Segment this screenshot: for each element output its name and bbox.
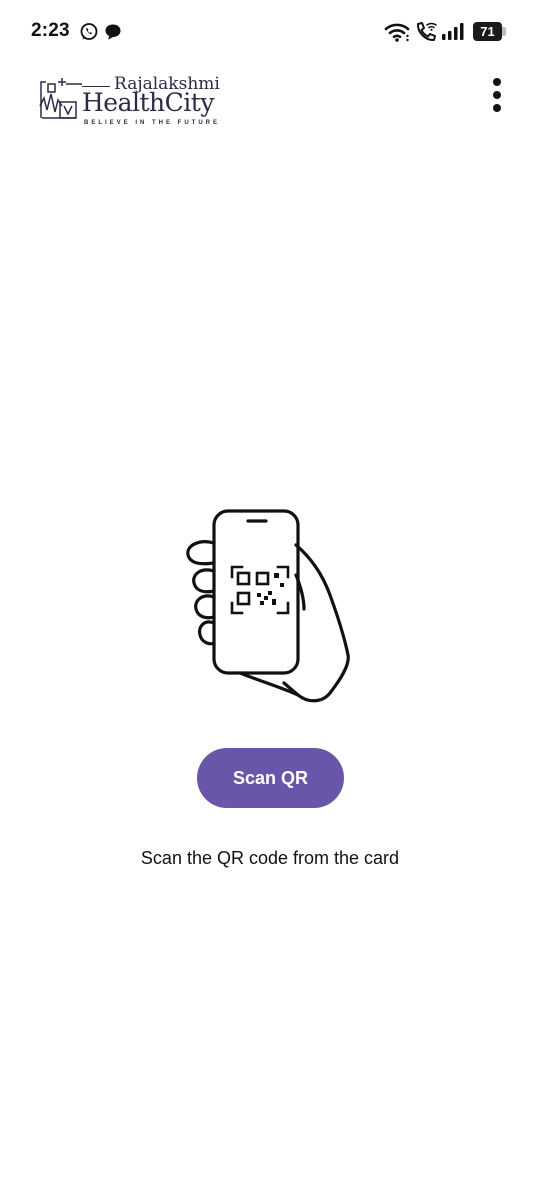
app-bar: Rajalakshmi HealthCity BELIEVE IN THE FU…	[0, 64, 540, 134]
scan-instruction: Scan the QR code from the card	[140, 848, 400, 868]
scan-qr-button[interactable]: Scan QR	[197, 748, 344, 808]
signal-icon	[441, 22, 467, 47]
whatsapp-icon	[79, 22, 99, 47]
logo-tagline: BELIEVE IN THE FUTURE	[84, 120, 221, 126]
hospital-logo: Rajalakshmi HealthCity BELIEVE IN THE FU…	[38, 70, 223, 130]
battery-icon: 71	[473, 22, 507, 41]
chat-bubble-icon	[103, 22, 123, 47]
logo-rule	[82, 86, 110, 87]
status-time: 2:23	[31, 20, 70, 41]
logo-mark-icon	[39, 78, 82, 119]
more-options-button[interactable]	[484, 78, 512, 114]
wifi-calling-icon	[414, 21, 438, 48]
hand-phone-qr-icon	[186, 509, 350, 703]
battery-level: 71	[480, 24, 495, 39]
more-vertical-icon	[493, 78, 501, 86]
logo-name-main: HealthCity	[82, 88, 214, 117]
wifi-icon	[384, 21, 410, 48]
status-bar: 2:23 71	[0, 0, 540, 64]
